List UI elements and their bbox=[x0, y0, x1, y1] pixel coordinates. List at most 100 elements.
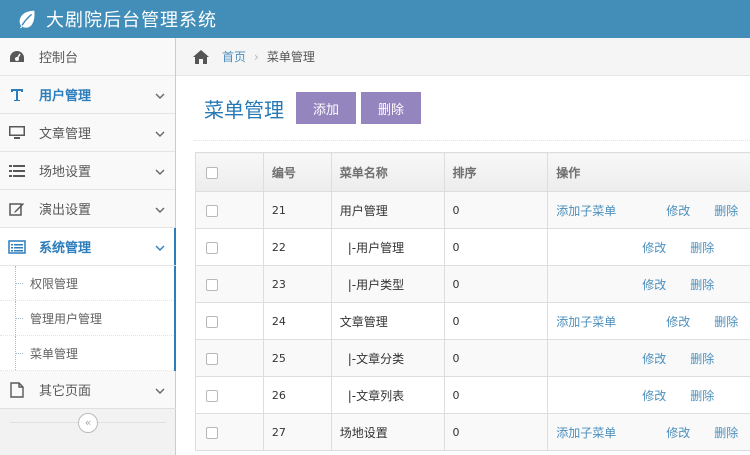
operations-cell: 添加子菜单 修改 删除 bbox=[547, 413, 750, 451]
menu-id-cell: 27 bbox=[262, 413, 332, 451]
edit-link[interactable]: 修改 bbox=[642, 241, 666, 255]
edit-link[interactable]: 修改 bbox=[666, 315, 690, 329]
delete-link[interactable]: 删除 bbox=[690, 352, 714, 366]
menu-table-wrapper: 编号 菜单名称 排序 操作 21 用户管理 0 添加子菜单 修改 删除 22 |-用户管理 0 修… bbox=[195, 152, 750, 451]
breadcrumb-current: 菜单管理 bbox=[266, 50, 315, 64]
breadcrumb-separator: › bbox=[254, 49, 259, 64]
sidebar-item-label: 用户管理 bbox=[39, 89, 92, 104]
sidebar-item-users[interactable]: 用户管理 bbox=[0, 76, 175, 114]
breadcrumb: 首页 › 菜单管理 bbox=[176, 38, 750, 76]
operations-cell: 修改 删除 bbox=[547, 339, 750, 377]
sidebar-item-label: 系统管理 bbox=[39, 241, 92, 256]
row-checkbox[interactable] bbox=[206, 352, 218, 365]
table-row: 23 |-用户类型 0 修改 删除 bbox=[195, 265, 750, 303]
row-select-cell bbox=[195, 339, 264, 377]
select-all-cell bbox=[195, 152, 264, 192]
delete-link[interactable]: 删除 bbox=[690, 278, 714, 292]
row-checkbox[interactable] bbox=[206, 315, 218, 328]
sidebar-item-label: 其它页面 bbox=[39, 384, 92, 399]
edit-link[interactable]: 修改 bbox=[642, 389, 666, 403]
chevron-down-icon bbox=[145, 383, 175, 397]
sidebar-item-venue-settings[interactable]: 场地设置 bbox=[0, 152, 175, 190]
row-checkbox[interactable] bbox=[206, 278, 218, 291]
sidebar-item-dashboard[interactable]: 控制台 bbox=[0, 38, 175, 76]
table-row: 21 用户管理 0 添加子菜单 修改 删除 bbox=[195, 191, 750, 229]
home-icon bbox=[193, 49, 209, 64]
column-header-operations: 操作 bbox=[547, 152, 750, 192]
table-row: 22 |-用户管理 0 修改 删除 bbox=[195, 228, 750, 266]
row-checkbox[interactable] bbox=[206, 204, 218, 217]
row-select-cell bbox=[195, 191, 264, 229]
menu-name-cell: |-用户管理 bbox=[330, 228, 445, 266]
delete-link[interactable]: 删除 bbox=[690, 389, 714, 403]
submenu-item-label: 权限管理 bbox=[30, 276, 79, 291]
menu-id-cell: 25 bbox=[262, 339, 332, 377]
column-header-id[interactable]: 编号 bbox=[262, 152, 332, 192]
menu-sort-cell: 0 bbox=[443, 376, 549, 414]
submenu-item-admin-users[interactable]: 管理用户管理 bbox=[0, 301, 174, 336]
add-submenu-link[interactable]: 添加子菜单 bbox=[556, 202, 642, 219]
edit-icon bbox=[8, 200, 26, 218]
delete-button[interactable]: 删除 bbox=[361, 92, 422, 124]
edit-link[interactable]: 修改 bbox=[642, 352, 666, 366]
chevron-down-icon bbox=[145, 202, 175, 216]
column-header-name[interactable]: 菜单名称 bbox=[330, 152, 445, 192]
sidebar-item-articles[interactable]: 文章管理 bbox=[0, 114, 175, 152]
chevron-down-icon bbox=[145, 126, 175, 140]
delete-link[interactable]: 删除 bbox=[714, 204, 738, 218]
top-navbar: 大剧院后台管理系统 bbox=[0, 0, 750, 38]
file-icon bbox=[8, 381, 26, 399]
delete-link[interactable]: 删除 bbox=[714, 426, 738, 440]
edit-link[interactable]: 修改 bbox=[642, 278, 666, 292]
operations-cell: 修改 删除 bbox=[547, 265, 750, 303]
add-submenu-link[interactable]: 添加子菜单 bbox=[556, 313, 642, 330]
edit-link[interactable]: 修改 bbox=[666, 204, 690, 218]
leaf-icon bbox=[19, 10, 35, 29]
submenu-item-permissions[interactable]: 权限管理 bbox=[0, 266, 174, 301]
breadcrumb-home-link[interactable]: 首页 bbox=[222, 48, 246, 65]
list-alt-icon bbox=[8, 238, 26, 256]
select-all-checkbox[interactable] bbox=[206, 166, 218, 179]
sidebar-item-label: 控制台 bbox=[39, 51, 79, 66]
row-checkbox[interactable] bbox=[206, 389, 218, 402]
add-button[interactable]: 添加 bbox=[296, 92, 357, 124]
desktop-icon bbox=[8, 124, 26, 142]
operations-cell: 修改 删除 bbox=[547, 376, 750, 414]
row-checkbox[interactable] bbox=[206, 241, 218, 254]
divider bbox=[194, 140, 750, 141]
sidebar-item-system[interactable]: 系统管理 bbox=[0, 228, 176, 266]
operations-cell: 添加子菜单 修改 删除 bbox=[547, 191, 750, 229]
menu-sort-cell: 0 bbox=[443, 191, 549, 229]
column-header-sort[interactable]: 排序 bbox=[443, 152, 549, 192]
menu-id-cell: 23 bbox=[262, 265, 332, 303]
delete-link[interactable]: 删除 bbox=[690, 241, 714, 255]
menu-name-cell: 文章管理 bbox=[330, 302, 445, 340]
menu-id-cell: 22 bbox=[262, 228, 332, 266]
edit-link[interactable]: 修改 bbox=[666, 426, 690, 440]
table-row: 27 场地设置 0 添加子菜单 修改 删除 bbox=[195, 413, 750, 451]
delete-link[interactable]: 删除 bbox=[714, 315, 738, 329]
sidebar: 控制台 用户管理 文章管理 场地设置 演出设置 系统管理 权限管理 管理用户管理… bbox=[0, 38, 176, 455]
table-row: 26 |-文章列表 0 修改 删除 bbox=[195, 376, 750, 414]
submenu-item-label: 菜单管理 bbox=[30, 346, 79, 361]
row-select-cell bbox=[195, 376, 264, 414]
chevron-down-icon bbox=[145, 240, 175, 254]
double-chevron-left-icon[interactable]: « bbox=[78, 413, 98, 433]
table-row: 25 |-文章分类 0 修改 删除 bbox=[195, 339, 750, 377]
menu-table: 编号 菜单名称 排序 操作 21 用户管理 0 添加子菜单 修改 删除 22 |-用户管理 0 修… bbox=[195, 152, 750, 451]
list-icon bbox=[8, 162, 26, 180]
system-submenu: 权限管理 管理用户管理 菜单管理 bbox=[0, 266, 176, 371]
text-icon bbox=[8, 86, 26, 104]
sidebar-item-other-pages[interactable]: 其它页面 bbox=[0, 371, 175, 409]
sidebar-item-label: 演出设置 bbox=[39, 203, 92, 218]
add-submenu-link[interactable]: 添加子菜单 bbox=[556, 424, 642, 441]
menu-id-cell: 26 bbox=[262, 376, 332, 414]
page-title: 菜单管理 bbox=[204, 97, 284, 122]
menu-sort-cell: 0 bbox=[443, 413, 549, 451]
page-header: 菜单管理 添加 删除 bbox=[204, 92, 426, 124]
row-checkbox[interactable] bbox=[206, 426, 218, 439]
submenu-item-menus[interactable]: 菜单管理 bbox=[0, 336, 174, 371]
sidebar-item-show-settings[interactable]: 演出设置 bbox=[0, 190, 175, 228]
row-select-cell bbox=[195, 228, 264, 266]
menu-name-cell: |-用户类型 bbox=[330, 265, 445, 303]
